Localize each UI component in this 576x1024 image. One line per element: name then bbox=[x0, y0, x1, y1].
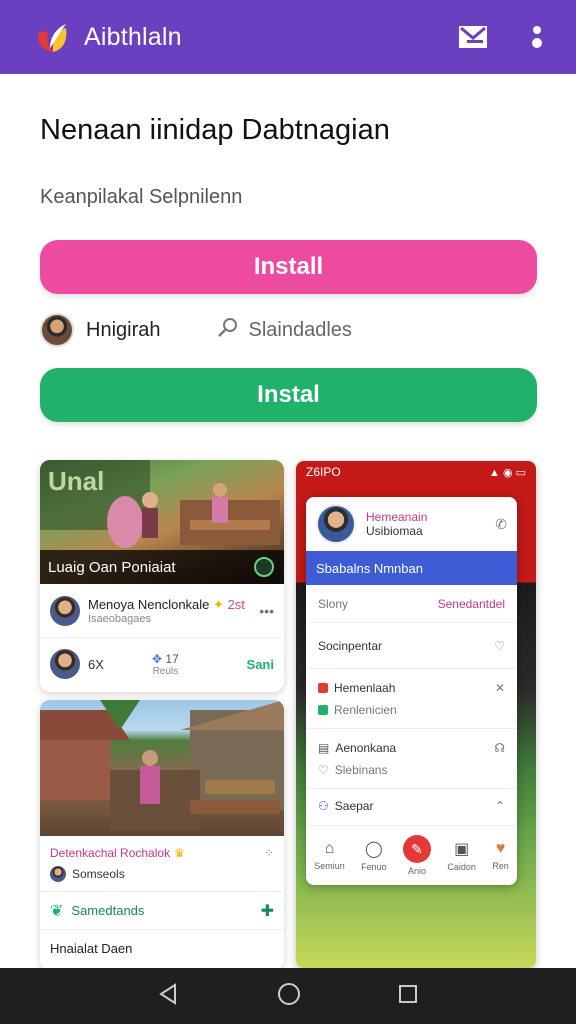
author-sub: Isaeobagaes bbox=[88, 612, 151, 625]
user-avatar[interactable] bbox=[50, 865, 66, 882]
post-photo bbox=[40, 700, 284, 836]
post-title[interactable]: Detenkachal Rochalok bbox=[50, 846, 170, 860]
more-options-icon[interactable] bbox=[520, 20, 554, 54]
profile-sub: Usibiomaa bbox=[366, 524, 423, 538]
profile-name[interactable]: Hemeanain bbox=[366, 510, 485, 524]
check-badge-icon bbox=[254, 557, 274, 577]
red-tag-icon bbox=[318, 682, 328, 693]
page-subtitle: Keanpilakal Selpnilenn bbox=[40, 186, 243, 208]
nav-item-create[interactable]: ✎ Anio bbox=[402, 835, 431, 876]
photo-caption: Luaig Oan Poniaiat bbox=[40, 550, 284, 584]
green-tag-icon bbox=[318, 704, 328, 715]
expand-icon[interactable]: ⌃ bbox=[495, 799, 505, 813]
nav-item-home[interactable]: ⌂ Semiun bbox=[314, 840, 345, 871]
filter-left[interactable]: Slony bbox=[318, 597, 348, 611]
comment-icon[interactable]: ☊ bbox=[494, 741, 505, 755]
profile-banner[interactable]: Sbabalns Nmnban bbox=[306, 551, 517, 585]
leaf-icon: ❦ bbox=[50, 902, 64, 920]
heart-icon[interactable]: ♡ bbox=[494, 639, 505, 653]
nav-item-stats[interactable]: ▣ Caidon bbox=[447, 839, 476, 872]
footer-label: Hnaialat Daen bbox=[50, 940, 133, 956]
status-time: Z6IPO bbox=[306, 465, 341, 479]
create-icon: ✎ bbox=[402, 835, 431, 863]
people-icon: ⚇ bbox=[318, 799, 329, 813]
reactions[interactable]: ✥ 17 Reuls bbox=[152, 652, 179, 677]
app-logo-icon bbox=[34, 18, 72, 56]
chat-icon[interactable]: ✆ bbox=[495, 516, 507, 533]
section-label[interactable]: Samedtands bbox=[71, 903, 144, 918]
profile-header: Hemeanain Usibiomaa ✆ bbox=[306, 497, 517, 551]
nav-item-chat[interactable]: ◯ Fenuo bbox=[361, 839, 387, 872]
recents-icon[interactable] bbox=[397, 983, 419, 1010]
list-item-label: Aenonkana bbox=[335, 740, 397, 755]
list-item[interactable]: Hemenlaah Renlenicien ✕ bbox=[306, 669, 517, 729]
home-icon: ⌂ bbox=[324, 840, 335, 857]
heart-icon: ♡ bbox=[318, 762, 329, 777]
chat-bubble-icon: ◯ bbox=[364, 841, 383, 858]
author-tag: 2st bbox=[227, 596, 245, 612]
chart-icon: ▣ bbox=[454, 841, 470, 858]
bottom-nav: ⌂ Semiun ◯ Fenuo ✎ Anio ▣ Caidon ♥ Ren bbox=[306, 825, 517, 885]
page-title: Nenaan iinidap Dabtnagian bbox=[40, 114, 390, 146]
feed-card[interactable]: Detenkachal Rochalok ♛ ⁘ Somseols ❦ Same… bbox=[40, 700, 284, 970]
trophy-icon: ♛ bbox=[174, 845, 185, 860]
heart-icon: ♥ bbox=[495, 840, 506, 857]
profile-panel: Hemeanain Usibiomaa ✆ Sbabalns Nmnban Sl… bbox=[306, 497, 517, 885]
back-icon[interactable] bbox=[157, 982, 181, 1011]
feed-card[interactable]: Unal Luaig Oan Poniaiat Menoya Nenclonka… bbox=[40, 460, 284, 692]
author-name[interactable]: Menoya Nenclonkale bbox=[88, 597, 209, 612]
instal-button[interactable]: Instal bbox=[40, 368, 537, 422]
user-name[interactable]: Hnigirah bbox=[86, 319, 160, 342]
app-bar: Aibthlaln bbox=[0, 0, 576, 74]
list-item-sub: Slebinans bbox=[334, 762, 388, 777]
nav-item-favorites[interactable]: ♥ Ren bbox=[492, 840, 509, 871]
list-item-sub: Renlenicien bbox=[334, 702, 397, 717]
search-icon bbox=[216, 315, 240, 345]
search-link[interactable]: Slaindadles bbox=[216, 315, 352, 345]
list-item-label: Socinpentar bbox=[318, 638, 383, 653]
sparkle-icon: ✥ 17 bbox=[152, 651, 179, 666]
close-icon[interactable]: ✕ bbox=[495, 681, 505, 695]
reactions-label: Reuls bbox=[152, 665, 179, 677]
profile-avatar[interactable] bbox=[316, 504, 356, 544]
post-photo: Unal Luaig Oan Poniaiat bbox=[40, 460, 284, 584]
search-link-label: Slaindadles bbox=[248, 318, 352, 341]
status-icons: ▲ ◉ ▭ bbox=[489, 466, 526, 479]
stat-count: 6X bbox=[88, 656, 104, 672]
list-item-label: Hemenlaah bbox=[334, 680, 396, 695]
install-button[interactable]: Install bbox=[40, 240, 537, 294]
user-name[interactable]: Somseols bbox=[72, 867, 125, 881]
filter-right[interactable]: Senedantdel bbox=[438, 597, 505, 611]
meta-row: Hnigirah Slaindadles bbox=[40, 312, 537, 348]
star-icon: ✦ bbox=[213, 596, 224, 612]
more-icon[interactable]: ⁘ bbox=[264, 846, 274, 860]
inbox-icon[interactable] bbox=[456, 20, 490, 54]
action-label[interactable]: Sani bbox=[247, 657, 274, 672]
more-icon[interactable]: ••• bbox=[259, 603, 274, 619]
status-bar: Z6IPO ▲ ◉ ▭ bbox=[296, 461, 536, 483]
system-nav-bar bbox=[0, 968, 576, 1024]
home-button-icon[interactable] bbox=[276, 981, 302, 1012]
commenter-avatar[interactable] bbox=[50, 649, 80, 679]
filter-row: Slony Senedantdel bbox=[306, 585, 517, 623]
author-avatar[interactable] bbox=[50, 595, 80, 626]
doc-icon: ▤ bbox=[318, 740, 330, 755]
list-item[interactable]: ▤ Aenonkana ♡ Slebinans ☊ bbox=[306, 729, 517, 789]
app-title: Aibthlaln bbox=[84, 22, 182, 51]
svg-text:Unal: Unal bbox=[48, 466, 104, 496]
search-row[interactable]: ⚇ Saepar ⌃ bbox=[306, 789, 517, 823]
avatar[interactable] bbox=[40, 313, 74, 347]
list-item[interactable]: Socinpentar ♡ bbox=[306, 623, 517, 669]
search-label: Saepar bbox=[334, 799, 374, 813]
phone-preview[interactable]: Z6IPO ▲ ◉ ▭ Hemeanain Usibiomaa ✆ Sbabal… bbox=[296, 461, 536, 968]
add-icon[interactable]: ✚ bbox=[261, 901, 274, 921]
